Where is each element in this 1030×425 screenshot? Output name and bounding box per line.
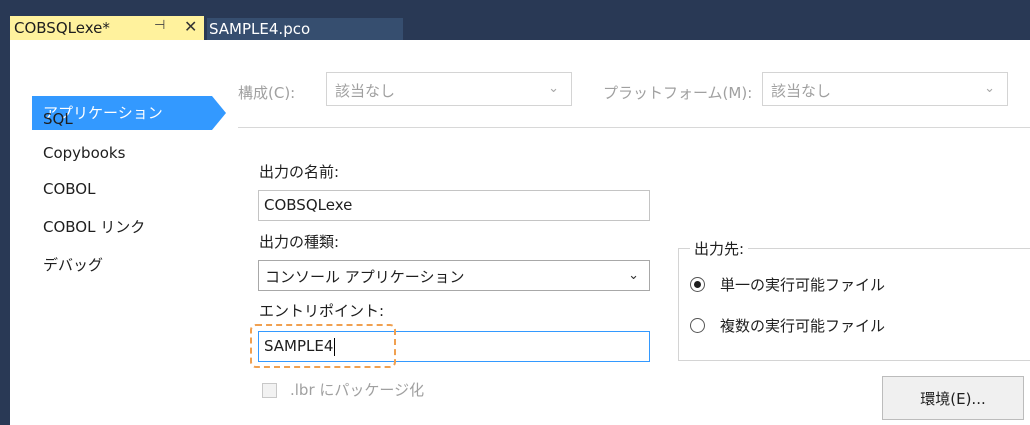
configuration-value: 該当なし <box>335 82 396 100</box>
tab-cobsqlexe[interactable]: COBSQLexe* ⊣ ✕ <box>10 16 204 40</box>
tab-label: SAMPLE4.pco <box>209 20 311 38</box>
sidebar-item-cobol-link[interactable]: COBOL リンク <box>43 216 145 237</box>
configuration-label: 構成(C): <box>238 84 296 102</box>
environment-button[interactable]: 環境(E)... <box>882 376 1024 420</box>
property-sidebar: アプリケーション SQL Copybooks COBOL COBOL リンク デ… <box>10 40 226 425</box>
output-type-select[interactable]: コンソール アプリケーション ⌄ <box>258 260 650 291</box>
document-tab-strip: COBSQLexe* ⊣ ✕ SAMPLE4.pco <box>0 0 1030 40</box>
entry-point-label: エントリポイント: <box>259 302 385 320</box>
tab-label: COBSQLexe* <box>14 19 110 37</box>
output-name-label: 出力の名前: <box>259 163 340 181</box>
sidebar-item-cobol[interactable]: COBOL <box>43 180 95 198</box>
platform-select[interactable]: 該当なし ⌄ <box>762 72 1008 106</box>
package-lbr-checkbox[interactable] <box>262 383 277 398</box>
platform-value: 該当なし <box>771 82 832 100</box>
package-lbr-label: .lbr にパッケージ化 <box>290 381 425 399</box>
output-type-value: コンソール アプリケーション <box>265 268 465 286</box>
platform-label: プラットフォーム(M): <box>603 84 753 102</box>
configuration-select[interactable]: 該当なし ⌄ <box>326 72 572 106</box>
sidebar-item-sql[interactable]: SQL <box>43 110 73 128</box>
window-border <box>0 40 10 425</box>
single-executable-label[interactable]: 単一の実行可能ファイル <box>720 274 885 295</box>
sidebar-item-copybooks[interactable]: Copybooks <box>43 144 125 162</box>
close-icon[interactable]: ✕ <box>184 17 197 36</box>
divider <box>238 127 1030 128</box>
output-name-input[interactable]: COBSQLexe <box>258 190 650 221</box>
chevron-down-icon: ⌄ <box>984 81 995 96</box>
output-target-title: 出力先: <box>690 238 749 259</box>
single-executable-radio[interactable] <box>690 277 705 292</box>
entry-point-highlight <box>250 324 396 368</box>
multiple-executable-label[interactable]: 複数の実行可能ファイル <box>720 315 885 336</box>
output-type-label: 出力の種類: <box>259 233 340 251</box>
output-target-group <box>678 248 1030 361</box>
chevron-down-icon: ⌄ <box>628 268 639 283</box>
tab-sample4-pco[interactable]: SAMPLE4.pco <box>207 18 403 40</box>
multiple-executable-radio[interactable] <box>690 318 705 333</box>
sidebar-item-debug[interactable]: デバッグ <box>43 254 103 275</box>
pin-icon[interactable]: ⊣ <box>154 18 165 33</box>
chevron-down-icon: ⌄ <box>548 81 559 96</box>
